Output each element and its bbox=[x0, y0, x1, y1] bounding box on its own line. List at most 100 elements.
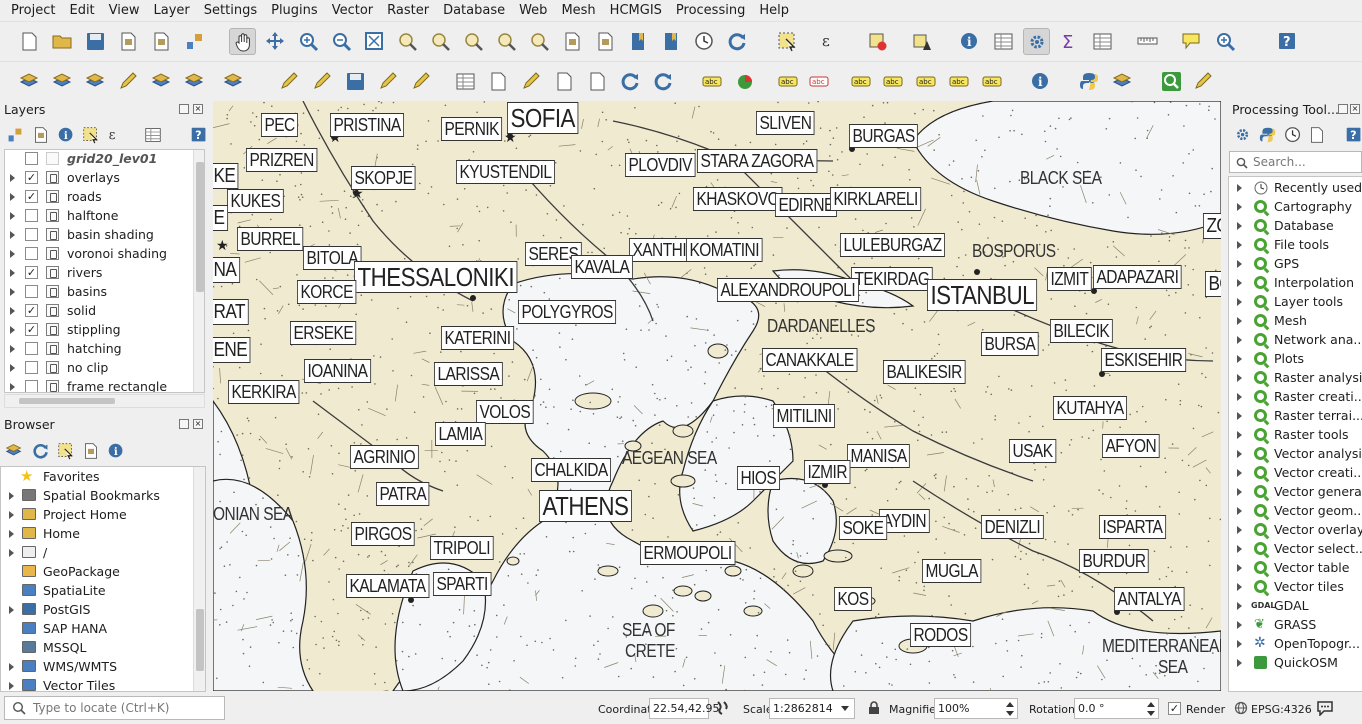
label-button[interactable]: abc bbox=[699, 68, 726, 95]
layout-manager-button[interactable] bbox=[148, 28, 175, 55]
processing-provider-item[interactable]: Vector creati... bbox=[1229, 463, 1362, 482]
layer-visibility-checkbox[interactable] bbox=[25, 380, 38, 392]
zoom-next-button[interactable] bbox=[526, 28, 553, 55]
measure-button[interactable] bbox=[1134, 28, 1161, 55]
layer-row[interactable]: ✓ roads bbox=[5, 187, 204, 206]
expand-arrow-icon[interactable] bbox=[10, 345, 15, 353]
expand-arrow-icon[interactable] bbox=[1237, 222, 1242, 230]
label-change-button[interactable]: abc bbox=[946, 68, 973, 95]
zoom-full-button[interactable] bbox=[361, 28, 388, 55]
processing-provider-item[interactable]: Vector table bbox=[1229, 558, 1362, 577]
float-panel-icon[interactable] bbox=[179, 104, 189, 114]
processing-provider-item[interactable]: Database bbox=[1229, 216, 1362, 235]
layer-row[interactable]: no clip bbox=[5, 358, 204, 377]
show-bookmarks-button[interactable] bbox=[658, 28, 685, 55]
processing-provider-item[interactable]: Plots bbox=[1229, 349, 1362, 368]
new-map-view-button[interactable] bbox=[559, 28, 586, 55]
browser-v-scrollbar[interactable] bbox=[193, 467, 205, 691]
menu-edit[interactable]: Edit bbox=[62, 0, 101, 21]
expand-arrow-icon[interactable] bbox=[10, 326, 15, 334]
spinbox-arrows-icon[interactable] bbox=[1147, 701, 1155, 717]
processing-provider-item[interactable]: Cartography bbox=[1229, 197, 1362, 216]
filter-expression-button[interactable]: ε bbox=[107, 126, 125, 144]
layer-row[interactable]: basin shading bbox=[5, 225, 204, 244]
current-edits-button[interactable] bbox=[276, 68, 303, 95]
expand-arrow-icon[interactable] bbox=[10, 364, 15, 372]
lock-icon[interactable] bbox=[868, 701, 880, 715]
zoom-to-layer-button[interactable] bbox=[427, 28, 454, 55]
rotation-spinbox[interactable]: 0.0 ° bbox=[1074, 698, 1159, 719]
save-project-button[interactable] bbox=[82, 28, 109, 55]
layer-row[interactable]: ✓ stippling bbox=[5, 320, 204, 339]
save-edits-button[interactable] bbox=[342, 68, 369, 95]
new-bookmark-button[interactable] bbox=[625, 28, 652, 55]
layer-visibility-checkbox[interactable] bbox=[25, 152, 38, 165]
processing-provider-item[interactable]: Vector overlay bbox=[1229, 520, 1362, 539]
expand-arrow-icon[interactable] bbox=[1237, 298, 1242, 306]
layer-visibility-checkbox[interactable]: ✓ bbox=[25, 304, 38, 317]
close-panel-icon[interactable]: × bbox=[1350, 104, 1360, 114]
collapse-all-button[interactable] bbox=[82, 442, 100, 460]
menu-raster[interactable]: Raster bbox=[380, 0, 436, 21]
new-project-button[interactable] bbox=[16, 28, 43, 55]
label-rotate-button[interactable]: abc bbox=[913, 68, 940, 95]
layers-tree[interactable]: grid20_lev01 ✓ overlays ✓ roads halftone basin… bbox=[4, 149, 205, 393]
expand-arrow-icon[interactable] bbox=[1237, 317, 1242, 325]
zoom-last-button[interactable] bbox=[493, 28, 520, 55]
label-pin-button[interactable]: abc bbox=[806, 68, 833, 95]
expand-arrow-icon[interactable] bbox=[1237, 659, 1242, 667]
pan-to-selection-button[interactable] bbox=[262, 28, 289, 55]
copy-features-button[interactable] bbox=[551, 68, 578, 95]
expand-arrow-icon[interactable] bbox=[1237, 431, 1242, 439]
processing-provider-item[interactable]: Vector tiles bbox=[1229, 577, 1362, 596]
menu-hcmgis[interactable]: HCMGIS bbox=[603, 0, 669, 21]
layer-row[interactable]: frame rectangle bbox=[5, 377, 204, 392]
expand-arrow-icon[interactable] bbox=[10, 383, 15, 391]
expand-arrow-icon[interactable] bbox=[10, 193, 15, 201]
expand-arrow-icon[interactable] bbox=[1237, 203, 1242, 211]
menu-database[interactable]: Database bbox=[436, 0, 512, 21]
diagram-button[interactable] bbox=[732, 68, 759, 95]
add-delimited-text-button[interactable] bbox=[82, 68, 109, 95]
expand-arrow-icon[interactable] bbox=[1237, 545, 1242, 553]
expand-arrow-icon[interactable] bbox=[10, 269, 15, 277]
refresh-browser-button[interactable] bbox=[32, 442, 50, 460]
plugin-tool-button[interactable] bbox=[1190, 68, 1217, 95]
add-vector-layer-button[interactable] bbox=[16, 68, 43, 95]
expand-arrow-icon[interactable] bbox=[1237, 621, 1242, 629]
browser-item[interactable]: GeoPackage bbox=[1, 562, 205, 581]
more-button[interactable]: ? bbox=[190, 126, 208, 144]
deselect-button[interactable] bbox=[864, 28, 891, 55]
processing-provider-item[interactable]: Raster terrai... bbox=[1229, 406, 1362, 425]
layer-visibility-checkbox[interactable]: ✓ bbox=[25, 171, 38, 184]
add-mesh-button[interactable] bbox=[181, 68, 208, 95]
add-wms-button[interactable] bbox=[148, 68, 175, 95]
statistics-button[interactable]: Σ bbox=[1056, 28, 1083, 55]
layer-row[interactable]: basins bbox=[5, 282, 204, 301]
expand-arrow-icon[interactable] bbox=[1237, 393, 1242, 401]
toggle-editing-button[interactable] bbox=[309, 68, 336, 95]
pan-map-button[interactable] bbox=[229, 28, 256, 55]
modify-attributes-button[interactable] bbox=[452, 68, 479, 95]
processing-tree[interactable]: Recently used Cartography Database File too… bbox=[1228, 176, 1362, 692]
paste-features-button[interactable] bbox=[584, 68, 611, 95]
coordinate-toggle-icon[interactable] bbox=[715, 700, 729, 716]
browser-item[interactable]: ★ Favorites bbox=[1, 467, 205, 486]
expand-arrow-icon[interactable] bbox=[1237, 412, 1242, 420]
expand-arrow-icon[interactable] bbox=[10, 307, 15, 315]
gps-button[interactable]: i bbox=[1027, 68, 1054, 95]
digitize-button[interactable] bbox=[375, 68, 402, 95]
menu-view[interactable]: View bbox=[102, 0, 147, 21]
expand-arrow-icon[interactable] bbox=[10, 250, 15, 258]
plugin-button[interactable] bbox=[1109, 68, 1136, 95]
select-features-button[interactable] bbox=[774, 28, 801, 55]
map-canvas[interactable]: ★ ★ ★ ★ PEC PRISTINA PERNIK SOFIA SLIVEN BURGAS PR… bbox=[213, 101, 1221, 691]
locator-search-button[interactable] bbox=[1212, 28, 1239, 55]
processing-provider-item[interactable]: Network ana... bbox=[1229, 330, 1362, 349]
expand-arrow-icon[interactable] bbox=[1237, 526, 1242, 534]
processing-provider-item[interactable]: Vector geom... bbox=[1229, 501, 1362, 520]
quickosm-button[interactable] bbox=[1158, 68, 1185, 95]
browser-item[interactable]: WMS/WMTS bbox=[1, 657, 205, 676]
history-button[interactable] bbox=[1284, 126, 1302, 144]
expand-arrow-icon[interactable] bbox=[1237, 583, 1242, 591]
